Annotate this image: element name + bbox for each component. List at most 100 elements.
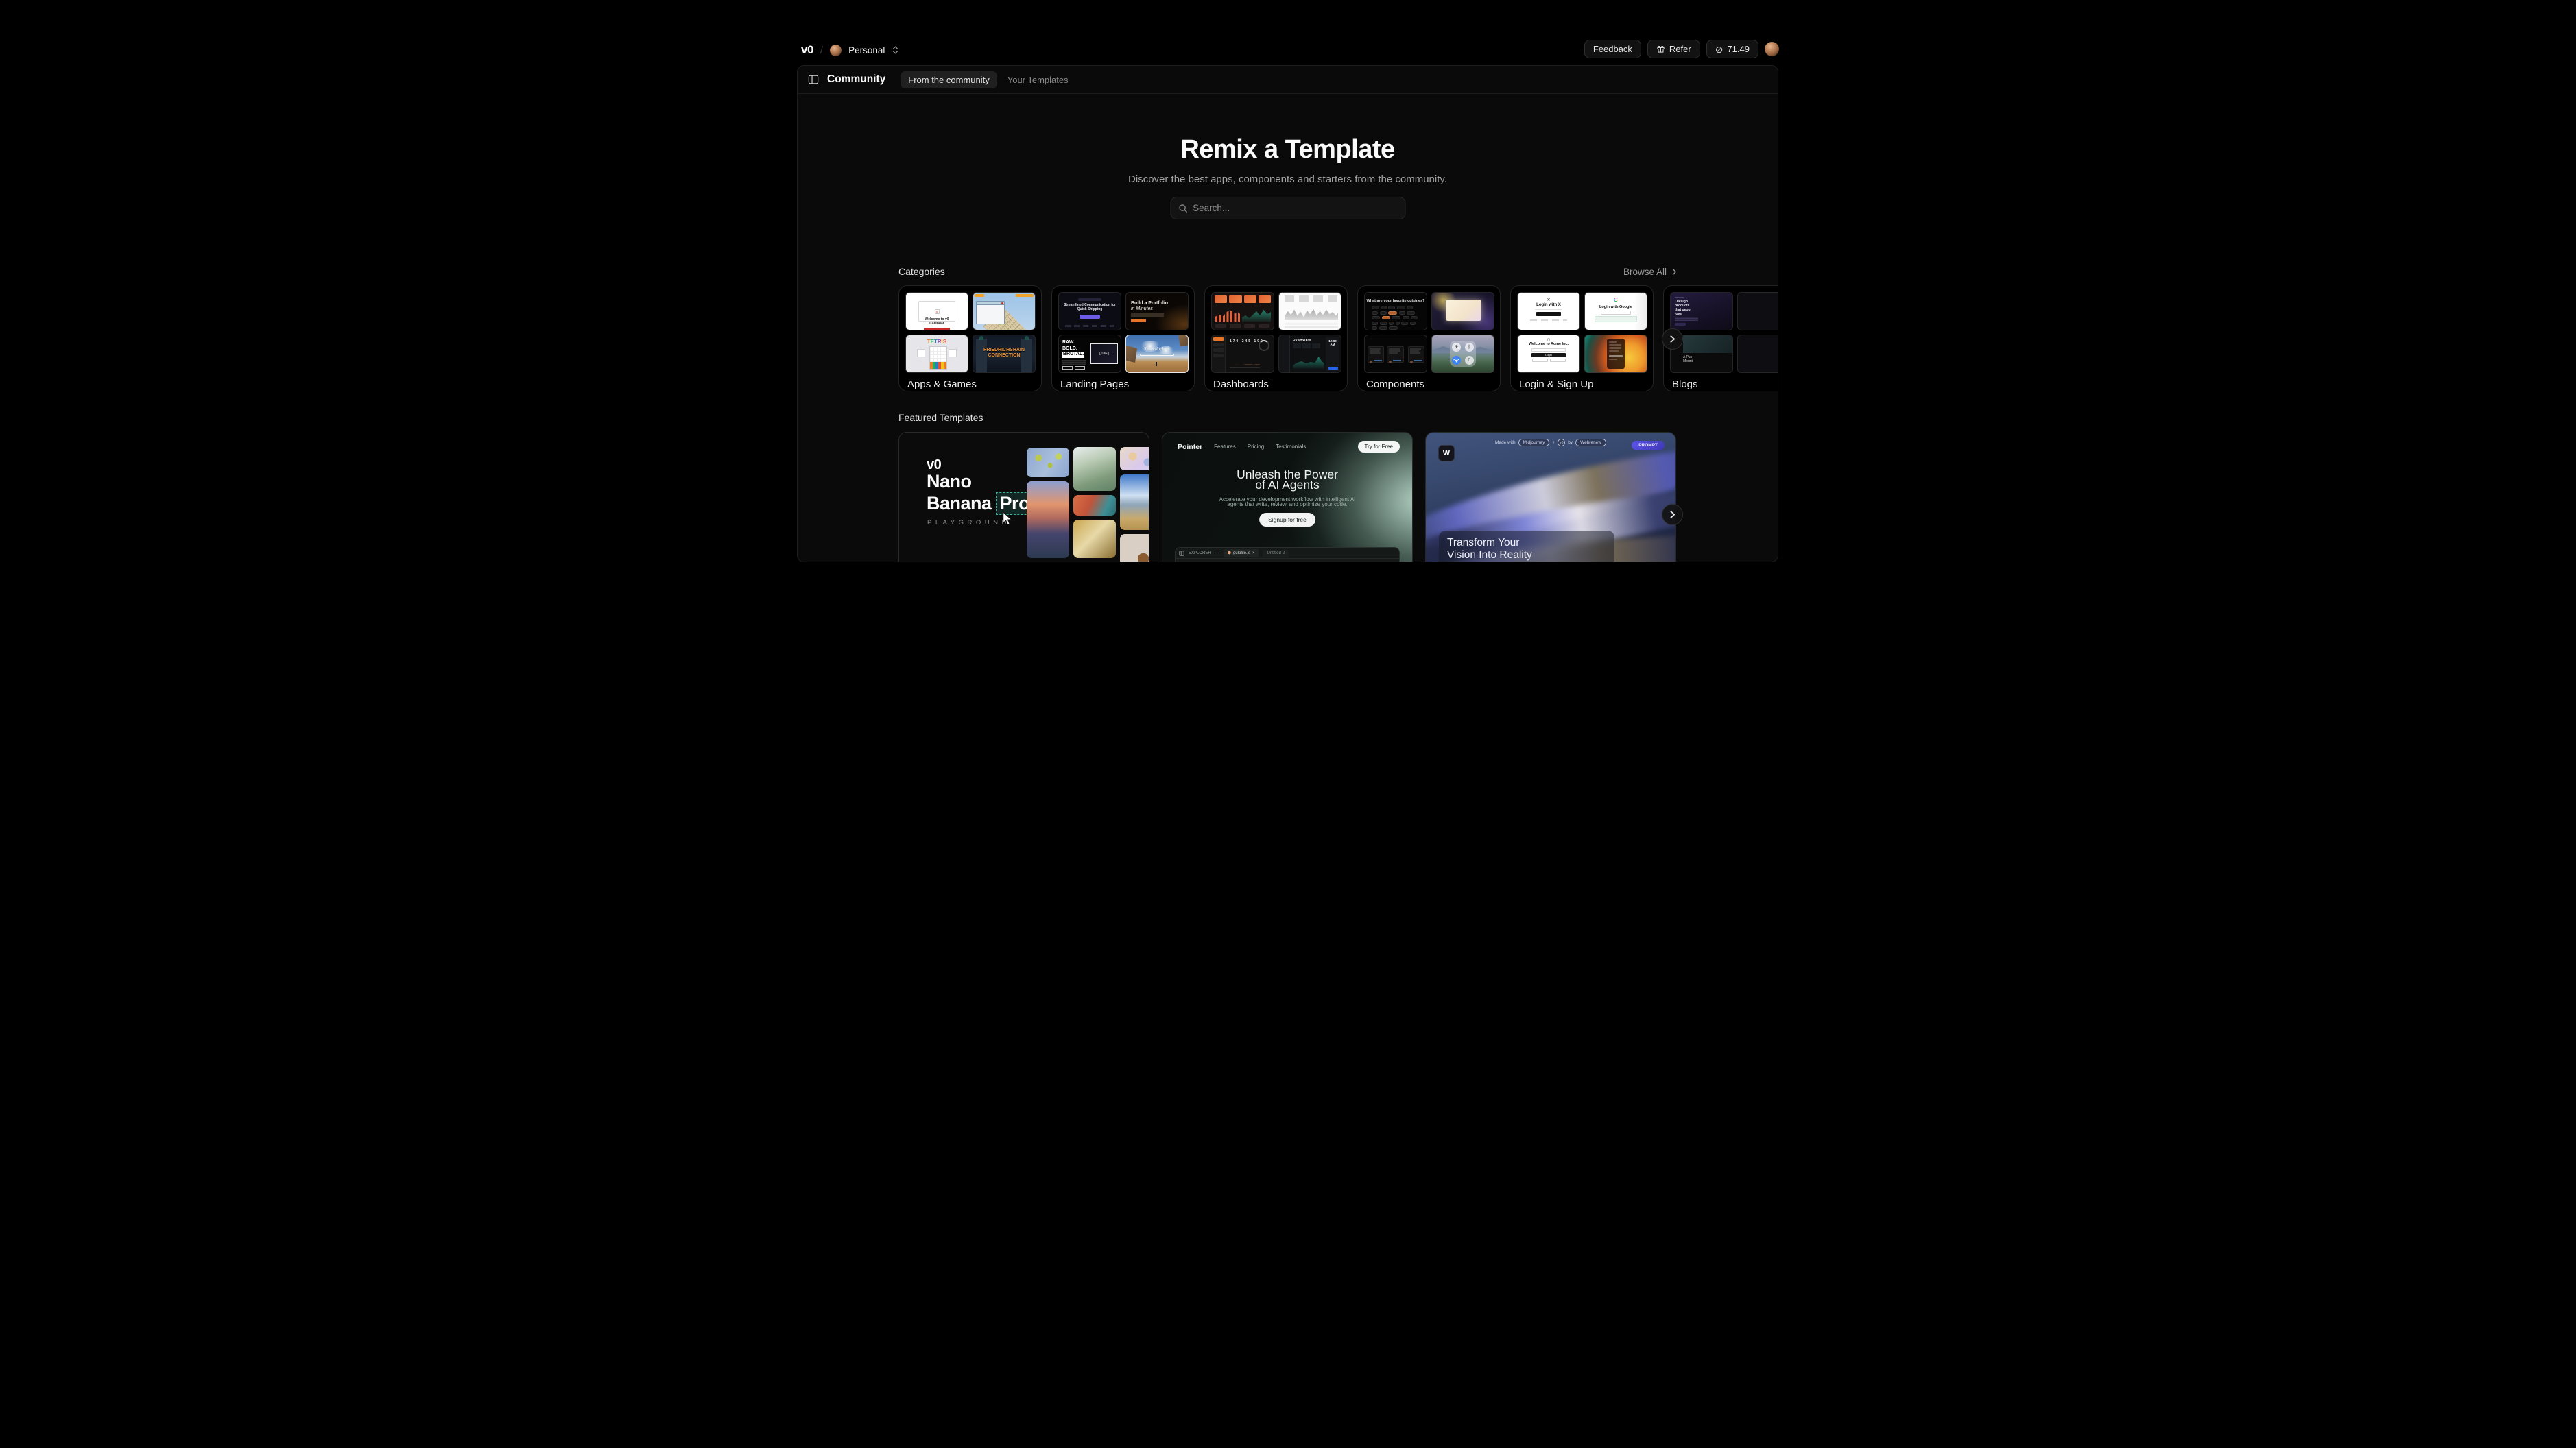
nano-subtitle: PLAYGROUND (927, 519, 1010, 527)
thumbnail-grid: ≡ Welcome to v0 Calendar TETRIS (905, 292, 1035, 373)
workspace-switcher-icon[interactable] (892, 45, 899, 55)
feedback-button[interactable]: Feedback (1584, 40, 1641, 58)
thumbnail-tetris-game: TETRIS (905, 335, 968, 373)
credits-button[interactable]: ⊘ 71.49 (1706, 40, 1758, 58)
credits-icon: ⊘ (1715, 45, 1724, 54)
login-google-title: Login with Google (1585, 305, 1647, 309)
tab-from-the-community[interactable]: From the community (901, 71, 997, 88)
v0-logo[interactable]: v0 (801, 43, 813, 57)
featured-templates-label: Featured Templates (898, 412, 983, 423)
thumbnail-light-dashboard (1278, 292, 1341, 330)
webrenew-heading-line2: Vision Into Reality (1447, 549, 1606, 562)
thumbnail-energy-dashboard (1211, 292, 1274, 330)
categories-row: ≡ Welcome to v0 Calendar TETRIS (898, 285, 1778, 391)
feedback-label: Feedback (1593, 44, 1632, 54)
photo-sunset-mountains (1027, 481, 1069, 558)
thumbnail-glow-card (1431, 292, 1494, 330)
v0-badge: v0 (1558, 439, 1565, 446)
category-label: Login & Sign Up (1517, 378, 1647, 390)
explorer-label: EXPLORER (1189, 551, 1211, 555)
pointer-sub-line2: agents that write, review, and optimize … (1162, 502, 1412, 507)
pointer-signup-button: Signup for free (1259, 513, 1315, 527)
fried-line2: CONNECTION (973, 353, 1035, 359)
thumbnail-acme-login: ▢ Welcome to Acme Inc. Login (1517, 335, 1580, 373)
photo-coffee (1120, 534, 1149, 562)
category-card-components[interactable]: What are your favorite cuisines? (1357, 285, 1501, 391)
thumbnail-grid: ✕ Login with X G Login with Google ▢ (1517, 292, 1647, 373)
community-bar: Community From the community Your Templa… (798, 66, 1778, 94)
breadcrumb-separator: / (820, 45, 823, 56)
category-card-login-signup[interactable]: ✕ Login with X G Login with Google ▢ (1510, 285, 1654, 391)
by-label: by (1568, 440, 1573, 445)
pointer-brand: Pointer (1178, 443, 1202, 451)
featured-row: v0 Nano BananaPro PLAYGROUND (898, 432, 1676, 562)
nano-title: Nano BananaPro (927, 471, 1034, 515)
search-icon (1178, 204, 1187, 213)
workspace-name[interactable]: Personal (848, 45, 885, 56)
airplane-icon: ✈ (1452, 343, 1461, 352)
refer-label: Refer (1669, 44, 1691, 54)
browse-all-label: Browse All (1623, 267, 1667, 277)
sidebar-toggle-icon[interactable] (808, 74, 819, 85)
pointer-nav: Pointer Features Pricing Testimonials Tr… (1178, 441, 1400, 452)
photo-pills (1120, 447, 1149, 470)
tab-your-templates[interactable]: Your Templates (1005, 71, 1071, 88)
fried-line1: FRIEDRICHSHAIN (973, 348, 1035, 353)
synecdoche-title: Synecdoche® (1126, 346, 1188, 352)
refer-button[interactable]: Refer (1647, 40, 1700, 58)
featured-card-webrenew[interactable]: Made with Midjourney + v0 by Webrenew W … (1425, 432, 1676, 562)
made-with-label: Made with (1495, 440, 1516, 445)
cursor-icon (1002, 512, 1013, 526)
browse-all-link[interactable]: Browse All (1623, 267, 1678, 277)
tree-vscode: ∨ VSCODE (1180, 561, 1235, 562)
plus-label: + (1552, 440, 1555, 445)
pointer-subtext: Accelerate your development workflow wit… (1162, 497, 1412, 507)
featured-card-pointer[interactable]: Pointer Features Pricing Testimonials Tr… (1162, 432, 1413, 562)
search-box[interactable] (1170, 197, 1405, 219)
thumbnail-calendar-app: ≡ Welcome to v0 Calendar (905, 292, 968, 330)
category-card-dashboards[interactable]: 170 245 190 OVERVIEW 12:00 AM Dashb (1204, 285, 1348, 391)
community-tabs: From the community Your Templates (901, 71, 1071, 88)
editor-tab-untitled: Untitled-2 (1263, 550, 1289, 557)
close-icon: × (1252, 551, 1255, 555)
bluetooth-icon: ᛒ (1465, 343, 1474, 352)
thumbnail-blog-hidden2 (1737, 335, 1778, 373)
x-logo: ✕ (1518, 298, 1579, 302)
thumbnail-saas-landing: Streamlined Communication for Quick Ship… (1058, 292, 1121, 330)
thumbnail-admin-dashboard: 170 245 190 (1211, 335, 1274, 373)
stream-line2: Quick Shipping (1059, 307, 1121, 311)
hero-subtitle: Discover the best apps, components and s… (798, 173, 1778, 185)
thumbnail-grid: What are your favorite cuisines? (1364, 292, 1494, 373)
webrenew-heading-line1: Transform Your (1447, 537, 1606, 549)
pointer-editor-preview: EXPLORER ··· ⬢gulpfile.js× Untitled-2 ∨ … (1175, 547, 1400, 562)
midjourney-badge: Midjourney (1518, 439, 1550, 446)
search-input[interactable] (1193, 203, 1397, 213)
category-card-landing-pages[interactable]: Streamlined Communication for Quick Ship… (1051, 285, 1195, 391)
photo-sky-mountain (1120, 474, 1149, 530)
prompt-button: PROMPT (1632, 441, 1665, 450)
img-placeholder: [IMG] (1090, 343, 1118, 364)
credits-value: 71.49 (1727, 44, 1750, 54)
moon-icon: ☾ (1465, 356, 1474, 365)
pointer-try-button: Try for Free (1358, 441, 1400, 452)
categories-next-button[interactable] (1662, 328, 1683, 350)
overview-title: OVERVIEW (1293, 338, 1311, 341)
featured-card-nano-banana[interactable]: v0 Nano BananaPro PLAYGROUND (898, 432, 1149, 562)
thumbnail-synecdoche-landing: Synecdoche® (1125, 335, 1189, 373)
featured-next-button[interactable] (1662, 504, 1683, 525)
thumbnail-portfolio-landing: Build a Portfolio in Minutes (1125, 292, 1189, 330)
post-line2: Mount (1683, 359, 1693, 363)
line-number: 1 (1240, 561, 1247, 562)
chevron-right-icon (1669, 335, 1676, 343)
brutal-label: BRUTAL. (1062, 352, 1084, 358)
portfolio-line2: in Minutes (1131, 306, 1153, 311)
thumbnail-designer-blog: I design products that peop love (1670, 292, 1733, 330)
pointer-heading: Unleash the Power of AI Agents (1162, 470, 1412, 490)
nano-line1: Nano (927, 471, 1034, 492)
pointer-nav-features: Features (1214, 444, 1236, 450)
user-avatar[interactable] (1765, 42, 1779, 56)
workspace-avatar[interactable] (830, 45, 842, 56)
thumbnail-control-center: ✈ ᛒ ☾ (1431, 335, 1494, 373)
category-card-apps-games[interactable]: ≡ Welcome to v0 Calendar TETRIS (898, 285, 1042, 391)
thumbnail-login-google: G Login with Google (1584, 292, 1647, 330)
